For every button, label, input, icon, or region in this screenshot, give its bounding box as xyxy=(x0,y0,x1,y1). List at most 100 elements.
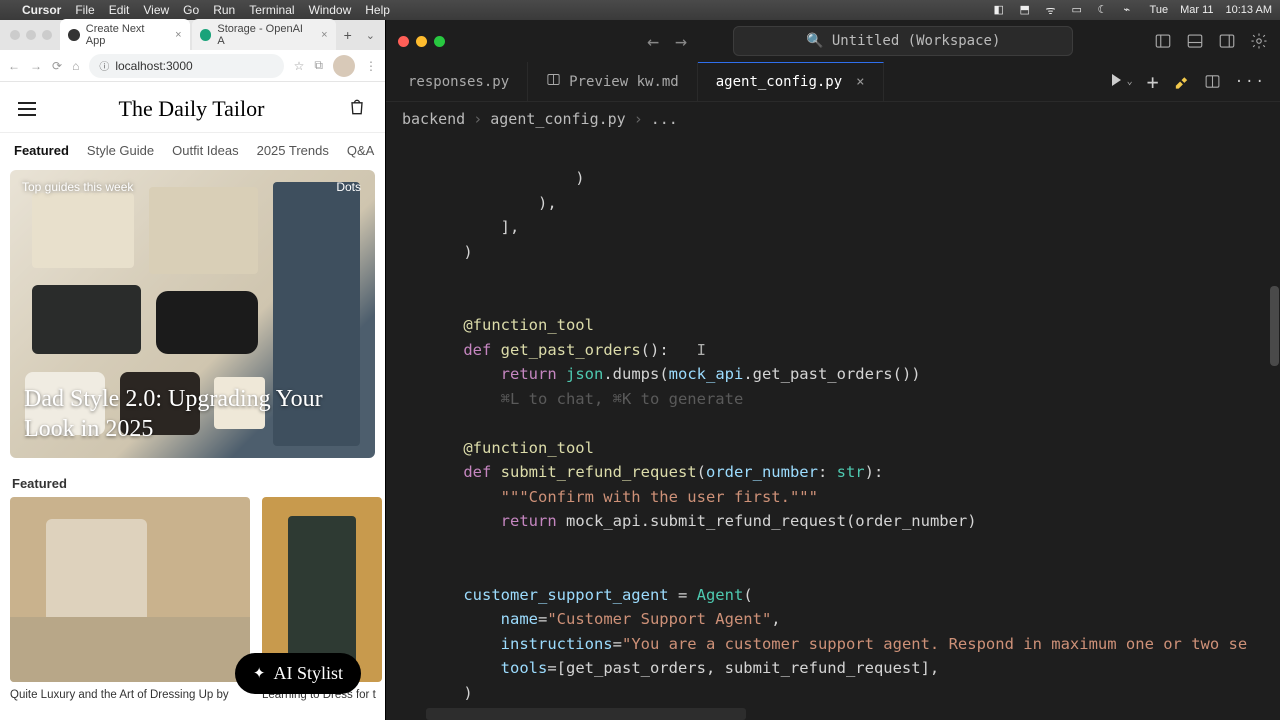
tab-close-icon[interactable]: × xyxy=(175,29,181,41)
page-content: The Daily Tailor Featured Style Guide Ou… xyxy=(0,82,385,720)
site-logo[interactable]: The Daily Tailor xyxy=(119,96,265,122)
back-button[interactable]: ← xyxy=(8,59,20,73)
editor-titlebar: ← → 🔍 Untitled (Workspace) xyxy=(386,20,1280,62)
forward-button[interactable]: → xyxy=(30,59,42,73)
nav-item-outfit-ideas[interactable]: Outfit Ideas xyxy=(172,143,238,158)
horizontal-scrollbar[interactable] xyxy=(426,708,746,720)
breadcrumb[interactable]: backend › agent_config.py › ... xyxy=(386,102,1280,136)
favicon-icon xyxy=(200,29,212,41)
nav-item-style-guide[interactable]: Style Guide xyxy=(87,143,154,158)
reload-button[interactable]: ⟳ xyxy=(52,59,62,73)
editor-tab[interactable]: agent_config.py × xyxy=(698,62,884,101)
sparkle-icon: ✦ xyxy=(253,664,266,683)
section-heading: Featured xyxy=(0,458,385,497)
status-icon[interactable]: ⬒ xyxy=(1020,3,1034,17)
wifi-icon[interactable]: ᯤ xyxy=(1046,3,1060,17)
battery-icon[interactable]: ▭ xyxy=(1072,3,1086,17)
macos-menubar: Cursor File Edit View Go Run Terminal Wi… xyxy=(0,0,1280,20)
browser-tabstrip: Create Next App × Storage - OpenAI A × +… xyxy=(0,20,385,50)
hero-title: Dad Style 2.0: Upgrading Your Look in 20… xyxy=(24,384,361,444)
browser-window: Create Next App × Storage - OpenAI A × +… xyxy=(0,20,386,720)
command-center[interactable]: 🔍 Untitled (Workspace) xyxy=(733,26,1073,56)
inline-hint: ⌘L to chat, ⌘K to generate xyxy=(501,390,744,408)
panel-bottom-icon[interactable] xyxy=(1186,32,1204,50)
control-center-icon[interactable]: ⌁ xyxy=(1124,3,1138,17)
menubar-time[interactable]: 10:13 AM xyxy=(1226,4,1272,16)
crumb-folder[interactable]: backend xyxy=(402,110,465,128)
settings-gear-icon[interactable] xyxy=(1250,32,1268,50)
article-card[interactable]: Quite Luxury and the Art of Dressing Up … xyxy=(10,497,250,703)
tab-label: agent_config.py xyxy=(716,74,842,90)
minimize-window-icon[interactable] xyxy=(416,36,427,47)
site-info-icon[interactable]: ⓘ xyxy=(99,58,109,73)
crumb-file[interactable]: agent_config.py xyxy=(490,110,625,128)
menu-view[interactable]: View xyxy=(143,3,169,17)
hamburger-menu-icon[interactable] xyxy=(18,102,36,116)
panel-left-icon[interactable] xyxy=(1154,32,1172,50)
nav-item-qa[interactable]: Q&A xyxy=(347,143,374,158)
tab-close-icon[interactable]: × xyxy=(321,29,327,41)
hero-card[interactable]: Top guides this week Dots Dad Style 2.0:… xyxy=(10,170,375,458)
editor-tab-actions: ⌄ + ··· xyxy=(1112,62,1280,101)
panel-right-icon[interactable] xyxy=(1218,32,1236,50)
menu-terminal[interactable]: Terminal xyxy=(249,3,294,17)
menubar-status-icons: ◧ ⬒ ᯤ ▭ ☾ ⌁ Tue Mar 11 10:13 AM xyxy=(994,3,1272,17)
home-button[interactable]: ⌂ xyxy=(72,59,79,73)
menubar-date[interactable]: Mar 11 xyxy=(1180,4,1213,16)
more-actions-icon[interactable]: ··· xyxy=(1235,74,1266,90)
hero-top-label: Top guides this week xyxy=(22,180,133,194)
window-controls[interactable] xyxy=(398,36,445,47)
browser-window-controls[interactable] xyxy=(4,30,58,40)
status-icon[interactable]: ◧ xyxy=(994,3,1008,17)
editor-tabs: responses.py Preview kw.md agent_config.… xyxy=(386,62,1280,102)
nav-forward-icon[interactable]: → xyxy=(675,29,687,53)
tab-close-icon[interactable]: × xyxy=(856,74,864,90)
nav-back-icon[interactable]: ← xyxy=(647,29,659,53)
tab-title: Storage - OpenAI A xyxy=(217,23,311,47)
run-dropdown-icon[interactable]: ⌄ xyxy=(1127,76,1133,87)
app-name[interactable]: Cursor xyxy=(22,3,61,17)
new-tab-button[interactable]: + xyxy=(338,27,358,43)
text-cursor-icon: I xyxy=(697,341,706,359)
browser-tab[interactable]: Create Next App × xyxy=(60,19,190,51)
address-bar[interactable]: ⓘ localhost:3000 xyxy=(89,54,283,78)
new-file-icon[interactable]: + xyxy=(1147,70,1159,94)
ai-stylist-button[interactable]: ✦ AI Stylist xyxy=(235,653,361,694)
vertical-scrollbar[interactable] xyxy=(1268,136,1280,720)
run-button[interactable] xyxy=(1112,74,1121,90)
editor-tab[interactable]: Preview kw.md xyxy=(528,62,698,101)
menu-file[interactable]: File xyxy=(75,3,94,17)
nav-item-trends[interactable]: 2025 Trends xyxy=(257,143,329,158)
preview-icon xyxy=(546,72,561,91)
split-editor-icon[interactable] xyxy=(1204,73,1221,90)
overflow-menu-icon[interactable]: ⋮ xyxy=(365,59,377,73)
tab-label: responses.py xyxy=(408,74,509,90)
browser-tab[interactable]: Storage - OpenAI A × xyxy=(192,19,336,51)
site-nav: Featured Style Guide Outfit Ideas 2025 T… xyxy=(0,133,385,170)
nav-item-featured[interactable]: Featured xyxy=(14,143,69,158)
menu-run[interactable]: Run xyxy=(213,3,235,17)
crumb-symbol[interactable]: ... xyxy=(651,110,678,128)
workspace-title: Untitled (Workspace) xyxy=(832,33,1001,49)
site-header: The Daily Tailor xyxy=(0,82,385,133)
tabs-dropdown-icon[interactable]: ⌄ xyxy=(360,29,381,42)
hero-right-label: Dots xyxy=(336,180,361,194)
menu-go[interactable]: Go xyxy=(183,3,199,17)
menu-window[interactable]: Window xyxy=(309,3,352,17)
profile-avatar[interactable] xyxy=(333,55,355,77)
moon-icon[interactable]: ☾ xyxy=(1098,3,1112,17)
bookmark-icon[interactable]: ☆ xyxy=(294,59,305,73)
menu-edit[interactable]: Edit xyxy=(109,3,130,17)
close-window-icon[interactable] xyxy=(398,36,409,47)
highlighter-icon[interactable] xyxy=(1173,73,1190,90)
editor-tab[interactable]: responses.py xyxy=(390,62,528,101)
browser-toolbar: ← → ⟳ ⌂ ⓘ localhost:3000 ☆ ⧉ ⋮ xyxy=(0,50,385,82)
shopping-bag-icon[interactable] xyxy=(347,97,367,122)
card-caption: Quite Luxury and the Art of Dressing Up … xyxy=(10,682,250,703)
extensions-icon[interactable]: ⧉ xyxy=(314,58,323,73)
menu-help[interactable]: Help xyxy=(365,3,390,17)
code-editor[interactable]: ) ), ], ) @function_tool def get_past_or… xyxy=(386,136,1280,720)
chevron-right-icon: › xyxy=(473,110,482,128)
zoom-window-icon[interactable] xyxy=(434,36,445,47)
menubar-day[interactable]: Tue xyxy=(1150,4,1169,16)
